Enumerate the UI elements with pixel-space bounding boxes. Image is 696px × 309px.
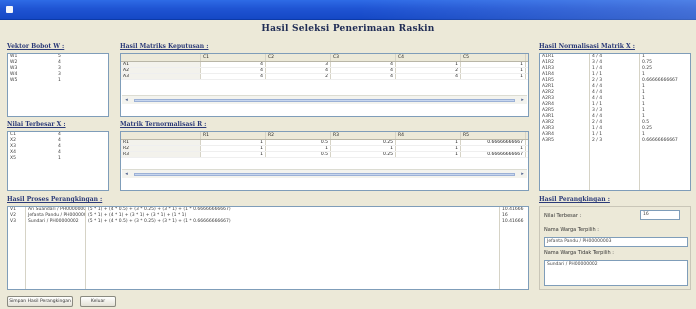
ternormal-header: R1 R2 R3 R4 R5: [121, 132, 528, 140]
keputusan-column-header[interactable]: C2: [266, 54, 331, 61]
scroll-thumb[interactable]: [134, 173, 515, 176]
scroll-thumb[interactable]: [134, 99, 515, 102]
proses-item-hasil[interactable]: 10.41666: [500, 219, 528, 225]
keputusan-cell: 1: [461, 74, 526, 79]
page-title: Hasil Seleksi Penerimaan Raskin: [261, 24, 435, 34]
ternormal-cell: 1: [396, 146, 461, 151]
keputusan-cell: 2: [266, 74, 331, 79]
matrik-ternormal-label: Matrik Ternormalisasi R :: [120, 121, 207, 128]
nilai-terbesar-hasil-label: Nilai Terbesar :: [544, 213, 582, 219]
ternormal-cell: 1: [461, 146, 526, 151]
ternormal-cell: R3: [121, 152, 201, 157]
hasil-perangkingan-box: Nilai Terbesar : 16 Nama Warga Terpilih …: [539, 206, 691, 290]
ternormal-column-header[interactable]: R2: [266, 132, 331, 139]
scroll-left-icon[interactable]: ◂: [123, 171, 130, 178]
keputusan-cell: 4: [266, 68, 331, 73]
nilai-terbesar-label: Nilai Terbesar X :: [7, 121, 66, 128]
normalisasi-label: Hasil Normalisasi Matrik X :: [539, 43, 635, 50]
matrik-ternormal-grid[interactable]: R1 R2 R3 R4 R5 R1 1 0.5 0.25 1 0.66666666667 R2 1 1 1 1…: [120, 131, 529, 191]
keputusan-cell: 4: [331, 68, 396, 73]
keputusan-cell: 3: [266, 62, 331, 67]
normalisasi-item[interactable]: 2 / 3: [590, 138, 639, 144]
normalisasi-item[interactable]: 0.66666666667: [640, 138, 690, 144]
ternormal-cell: 0.5: [266, 140, 331, 145]
ternormal-cell: 0.25: [331, 152, 396, 157]
keputusan-cell: 4: [201, 68, 266, 73]
vektor-bobot-list[interactable]: W1 5 W2 4 W3 3 W4 3 W5 1: [7, 53, 109, 117]
ternormal-cell: 1: [201, 140, 266, 145]
keputusan-column-header[interactable]: C1: [201, 54, 266, 61]
keputusan-column-header[interactable]: C4: [396, 54, 461, 61]
keputusan-column-header[interactable]: [121, 54, 201, 61]
ternormal-cell: 1: [201, 152, 266, 157]
keputusan-row[interactable]: A3 4 2 4 4 1: [121, 74, 528, 80]
ternormal-cell: 1: [396, 140, 461, 145]
matriks-keputusan-label: Hasil Matriks Keputusan :: [120, 43, 209, 50]
keputusan-cell: A2: [121, 68, 201, 73]
keputusan-cell: 4: [201, 62, 266, 67]
terbesar-row[interactable]: X5 1: [8, 156, 108, 162]
matriks-keputusan-grid[interactable]: C1 C2 C3 C4 C5 A1 4 3 4 1 1 A2 4 4 4 2 1 A3 4 2 4 4 1 ◂ ▸: [120, 53, 529, 117]
keputusan-header: C1 C2 C3 C4 C5: [121, 54, 528, 62]
proses-item-nama[interactable]: Sundari / PH00000002: [26, 219, 85, 225]
keputusan-cell: 1: [396, 62, 461, 67]
ternormal-column-header[interactable]: R1: [201, 132, 266, 139]
window-titlebar: [0, 0, 696, 20]
proses-perangkingan-list[interactable]: V1 V2 V3 Ari Suandari / PH00000001 Jefanta …: [7, 206, 529, 290]
keputusan-cell: 1: [461, 68, 526, 73]
ternormal-cell: R2: [121, 146, 201, 151]
vektor-bobot-label: Vektor Bobot W :: [7, 43, 65, 50]
nilai-terbesar-field[interactable]: 16: [640, 210, 680, 220]
hasil-perangkingan-label: Hasil Perangkingan :: [539, 196, 610, 203]
normalisasi-list[interactable]: A1R1 A1R2 A1R3 A1R4 A1R5 A2R1 A2R2 A2R3 A2R4 A2R5…: [539, 53, 691, 191]
simpan-button[interactable]: Simpan Hasil Perangkingan: [7, 296, 73, 307]
ternormal-cell: 0.66666666667: [461, 140, 526, 145]
keputusan-cell: 4: [396, 74, 461, 79]
keputusan-cell: A3: [121, 74, 201, 79]
ternormal-cell: 1: [331, 146, 396, 151]
ternormal-cell: R1: [121, 140, 201, 145]
ternormal-cell: 1: [201, 146, 266, 151]
proses-item-rumus[interactable]: (5 * 1) + (4 * 0.5) + (3 * 0.25) + (3 * …: [86, 219, 499, 225]
ternormal-cell: 1: [396, 152, 461, 157]
ternormal-cell: 0.66666666667: [461, 152, 526, 157]
ternormal-cell: 0.5: [266, 152, 331, 157]
ternormal-cell: 1: [266, 146, 331, 151]
scroll-right-icon[interactable]: ▸: [519, 171, 526, 178]
keputusan-cell: 1: [461, 62, 526, 67]
titlebar-gradient: [360, 0, 696, 20]
ternormal-column-header[interactable]: [121, 132, 201, 139]
keputusan-cell: 4: [331, 62, 396, 67]
proses-label: Hasil Proses Perangkingan :: [7, 196, 103, 203]
nama-layak-label: Nama Warga Terpilih :: [544, 227, 599, 233]
keputusan-column-header[interactable]: C5: [461, 54, 526, 61]
ternormal-scrollbar[interactable]: ◂ ▸: [122, 169, 527, 178]
vektor-row-key: W5: [10, 78, 18, 83]
ternormal-column-header[interactable]: R4: [396, 132, 461, 139]
keluar-button[interactable]: Keluar: [80, 296, 116, 307]
terbesar-row-value: 1: [58, 156, 61, 161]
window-icon: [6, 6, 13, 13]
normalisasi-item[interactable]: A3R5: [540, 138, 589, 144]
keputusan-cell: A1: [121, 62, 201, 67]
ternormal-column-header[interactable]: R5: [461, 132, 526, 139]
keputusan-column-header[interactable]: C3: [331, 54, 396, 61]
scroll-left-icon[interactable]: ◂: [123, 97, 130, 104]
keputusan-cell: 4: [331, 74, 396, 79]
keputusan-scrollbar[interactable]: ◂ ▸: [122, 95, 527, 104]
nama-tidak-label: Nama Warga Tidak Terpilih :: [544, 250, 614, 256]
keputusan-cell: 2: [396, 68, 461, 73]
ternormal-column-header[interactable]: R3: [331, 132, 396, 139]
nama-layak-field[interactable]: Jefanta Pandu / PH00000003: [544, 237, 688, 247]
vektor-row[interactable]: W5 1: [8, 78, 108, 84]
nilai-terbesar-list[interactable]: C1 4 X2 4 X3 4 X4 4 X5 1: [7, 131, 109, 191]
nama-tidak-field[interactable]: Sundari / PH00000002: [544, 260, 688, 286]
scroll-right-icon[interactable]: ▸: [519, 97, 526, 104]
ternormal-row[interactable]: R3 1 0.5 0.25 1 0.66666666667: [121, 152, 528, 158]
vektor-row-value: 1: [58, 78, 61, 83]
keputusan-cell: 4: [201, 74, 266, 79]
terbesar-row-key: X5: [10, 156, 16, 161]
ternormal-cell: 0.25: [331, 140, 396, 145]
proses-item-id[interactable]: V3: [8, 219, 25, 225]
